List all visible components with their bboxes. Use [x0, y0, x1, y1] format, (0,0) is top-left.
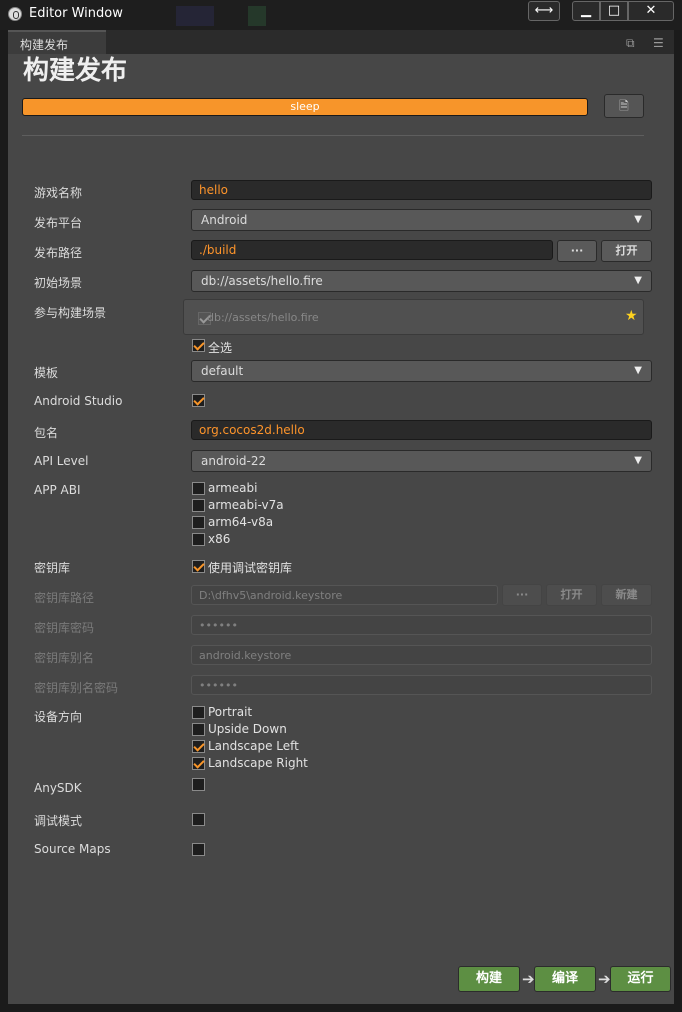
select-all-checkbox[interactable] — [192, 339, 205, 352]
open-path-button[interactable]: 打开 — [601, 240, 652, 262]
minimize-button[interactable]: ▁ — [572, 1, 600, 21]
build-path-label: 发布路径 — [34, 246, 83, 260]
taskbar-thumbnail — [176, 6, 214, 26]
template-select[interactable]: default ▼ — [191, 360, 652, 382]
game-name-input[interactable]: hello — [191, 180, 652, 200]
use-debug-keystore-label: 使用调试密钥库 — [208, 561, 293, 575]
debug-label: 调试模式 — [34, 814, 83, 828]
dropdown-arrow-icon: ▼ — [634, 365, 642, 376]
landscape-right-checkbox[interactable] — [192, 757, 205, 770]
start-scene-label: 初始场景 — [34, 276, 83, 290]
orientation-option-label: Landscape Right — [208, 756, 308, 770]
keystore-label: 密钥库 — [34, 561, 71, 575]
divider — [22, 135, 644, 136]
scenes-label: 参与构建场景 — [34, 306, 107, 320]
build-button[interactable]: 构建 — [458, 966, 520, 992]
portrait-checkbox[interactable] — [192, 706, 205, 719]
new-keystore-button: 新建 — [601, 584, 652, 606]
android-studio-label: Android Studio — [34, 394, 123, 408]
orientation-option-label: Upside Down — [208, 722, 287, 736]
source-maps-label: Source Maps — [34, 842, 111, 856]
menu-icon[interactable]: ☰ — [653, 36, 664, 50]
scene-item: db://assets/hello.fire — [207, 311, 319, 324]
android-studio-checkbox[interactable] — [192, 394, 205, 407]
app-abi-label: APP ABI — [34, 483, 81, 497]
maximize-button[interactable]: □ — [600, 1, 628, 21]
anysdk-checkbox[interactable] — [192, 778, 205, 791]
orientation-label: 设备方向 — [34, 710, 83, 724]
abi-option-label: arm64-v8a — [208, 515, 274, 529]
abi-x86-checkbox[interactable] — [192, 533, 205, 546]
build-progress-bar: sleep — [22, 98, 588, 116]
page-title: 构建发布 — [23, 56, 128, 86]
app-icon — [8, 7, 22, 21]
close-button[interactable]: ✕ — [628, 1, 674, 21]
keystore-password-label: 密钥库密码 — [34, 621, 95, 635]
package-label: 包名 — [34, 426, 59, 440]
run-button[interactable]: 运行 — [610, 966, 671, 992]
star-icon: ★ — [625, 308, 638, 324]
keystore-password-input: •••••• — [191, 615, 652, 635]
api-level-label: API Level — [34, 454, 89, 468]
compile-button[interactable]: 编译 — [534, 966, 596, 992]
popout-icon[interactable]: ⧉ — [626, 36, 635, 51]
orientation-option-label: Landscape Left — [208, 739, 299, 753]
api-level-value: android-22 — [201, 454, 267, 468]
platform-value: Android — [201, 213, 248, 227]
keystore-alias-input: android.keystore — [191, 645, 652, 665]
abi-armeabi-v7a-checkbox[interactable] — [192, 499, 205, 512]
orientation-option-label: Portrait — [208, 705, 253, 719]
game-name-label: 游戏名称 — [34, 186, 83, 200]
move-window-button[interactable]: ⟷ — [528, 1, 560, 21]
use-debug-keystore-checkbox[interactable] — [192, 560, 205, 573]
abi-option-label: x86 — [208, 532, 231, 546]
dropdown-arrow-icon: ▼ — [634, 275, 642, 286]
select-all-label: 全选 — [208, 341, 233, 355]
build-path-input[interactable]: ./build — [191, 240, 553, 260]
browse-keystore-button: ··· — [502, 584, 542, 606]
abi-armeabi-checkbox[interactable] — [192, 482, 205, 495]
debug-checkbox[interactable] — [192, 813, 205, 826]
abi-option-label: armeabi — [208, 481, 258, 495]
editor-frame: 构建发布 ⧉ ☰ — [8, 30, 674, 1004]
platform-label: 发布平台 — [34, 216, 83, 230]
package-input[interactable]: org.cocos2d.hello — [191, 420, 652, 440]
anysdk-label: AnySDK — [34, 781, 82, 795]
dropdown-arrow-icon: ▼ — [634, 455, 642, 466]
abi-option-label: armeabi-v7a — [208, 498, 284, 512]
title-bar: Editor Window ⟷ ▁ □ ✕ — [0, 0, 682, 30]
open-log-button[interactable]: 🗎 — [604, 94, 644, 118]
start-scene-value: db://assets/hello.fire — [201, 274, 323, 288]
browse-path-button[interactable]: ··· — [557, 240, 597, 262]
dropdown-arrow-icon: ▼ — [634, 214, 642, 225]
source-maps-checkbox[interactable] — [192, 843, 205, 856]
alias-password-label: 密钥库别名密码 — [34, 681, 119, 695]
log-file-icon: 🗎 — [619, 99, 629, 113]
window-title: Editor Window — [29, 6, 123, 21]
template-value: default — [201, 364, 244, 378]
arrow-right-icon: ➔ — [598, 970, 611, 988]
abi-arm64-v8a-checkbox[interactable] — [192, 516, 205, 529]
landscape-left-checkbox[interactable] — [192, 740, 205, 753]
keystore-path-input: D:\dfhv5\android.keystore — [191, 585, 498, 605]
platform-select[interactable]: Android ▼ — [191, 209, 652, 231]
start-scene-select[interactable]: db://assets/hello.fire ▼ — [191, 270, 652, 292]
api-level-select[interactable]: android-22 ▼ — [191, 450, 652, 472]
template-label: 模板 — [34, 366, 59, 380]
keystore-path-label: 密钥库路径 — [34, 591, 95, 605]
keystore-alias-label: 密钥库别名 — [34, 651, 95, 665]
open-keystore-button: 打开 — [546, 584, 597, 606]
alias-password-input: •••••• — [191, 675, 652, 695]
taskbar-thumbnail — [248, 6, 266, 26]
upside-down-checkbox[interactable] — [192, 723, 205, 736]
arrow-right-icon: ➔ — [522, 970, 535, 988]
